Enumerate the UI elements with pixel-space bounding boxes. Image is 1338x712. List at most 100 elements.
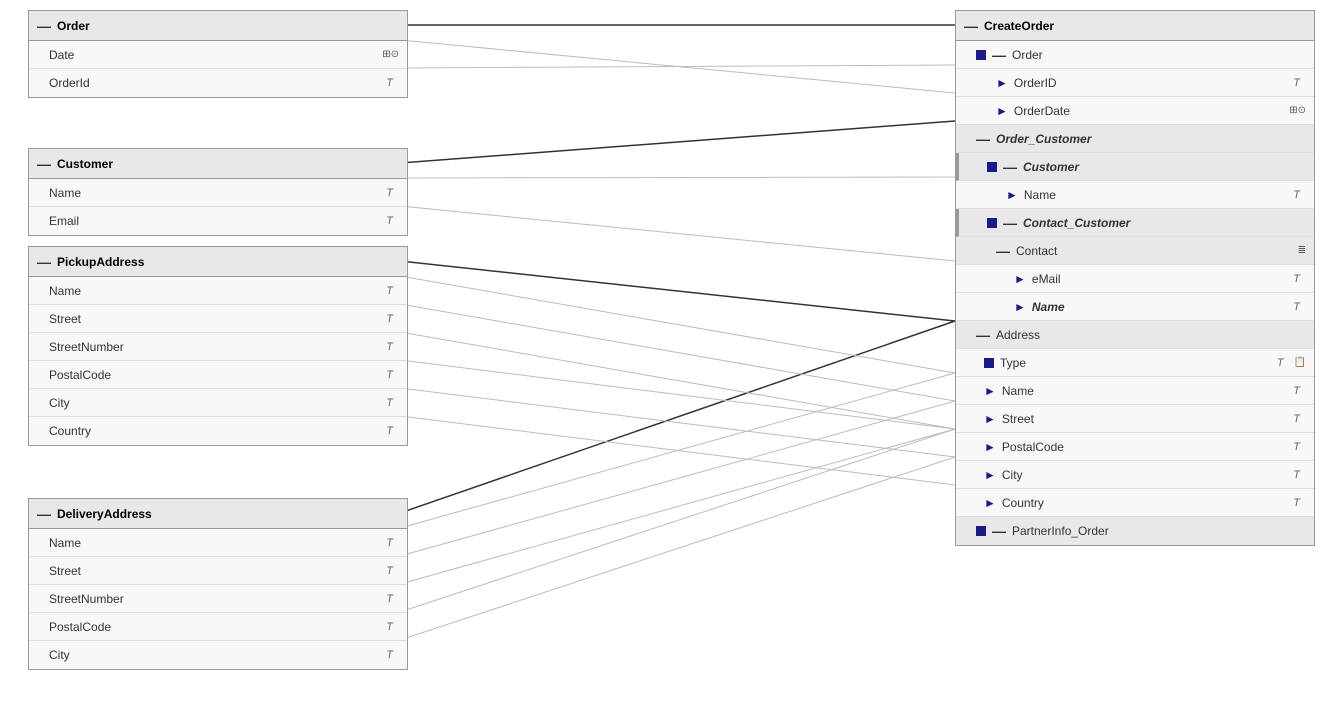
row-label-co-partnerinfo: PartnerInfo_Order bbox=[1012, 524, 1306, 538]
entity-pickupaddress-header[interactable]: — PickupAddress bbox=[29, 247, 407, 277]
entity-deliveryaddress-header[interactable]: — DeliveryAddress bbox=[29, 499, 407, 529]
row-type-co-addr-postal: T bbox=[1293, 441, 1300, 453]
row-delivery-name: Name T bbox=[29, 529, 407, 557]
row-label-co-orderdate: OrderDate bbox=[1014, 104, 1289, 118]
minus-icon-co-customer: — bbox=[1003, 159, 1017, 175]
entity-createorder-title: CreateOrder bbox=[984, 19, 1054, 33]
square-icon-order bbox=[976, 50, 986, 60]
row-label-co-customer: Customer bbox=[1023, 160, 1306, 174]
arrow-icon-addr-country: ► bbox=[984, 496, 996, 510]
row-type-orderid: T bbox=[386, 77, 393, 89]
row-pickup-street: Street T bbox=[29, 305, 407, 333]
row-type-co-cust-name: T bbox=[1293, 189, 1300, 201]
row-type-co-addr-country: T bbox=[1293, 497, 1300, 509]
row-label-co-contact: Contact bbox=[1016, 244, 1294, 258]
row-order-date: Date ⊞⊙ bbox=[29, 41, 407, 69]
row-type-pickup-name: T bbox=[386, 285, 393, 297]
row-type-co-email: T bbox=[1293, 273, 1300, 285]
entity-pickupaddress: — PickupAddress Name T Street T StreetNu… bbox=[28, 246, 408, 446]
arrow-icon-addr-postal: ► bbox=[984, 440, 996, 454]
entity-pickupaddress-title: PickupAddress bbox=[57, 255, 144, 269]
row-co-partnerinfo: — PartnerInfo_Order bbox=[956, 517, 1314, 545]
row-co-email: ► eMail T bbox=[956, 265, 1314, 293]
row-type-co-addr-name: T bbox=[1293, 385, 1300, 397]
entity-deliveryaddress: — DeliveryAddress Name T Street T Street… bbox=[28, 498, 408, 670]
arrow-icon-addr-street: ► bbox=[984, 412, 996, 426]
row-label-pickup-country: Country bbox=[49, 424, 386, 438]
row-co-address-city: ► City T bbox=[956, 461, 1314, 489]
main-canvas: — Order Date ⊞⊙ OrderId T — Customer Nam… bbox=[0, 0, 1338, 712]
row-type-delivery-street: T bbox=[386, 565, 393, 577]
row-label-pickup-street: Street bbox=[49, 312, 386, 326]
row-label-pickup-name: Name bbox=[49, 284, 386, 298]
row-type-pickup-city: T bbox=[386, 397, 393, 409]
entity-createorder-header[interactable]: — CreateOrder bbox=[956, 11, 1314, 41]
row-label-co-contact-name: Name bbox=[1032, 300, 1293, 314]
arrow-icon-email: ► bbox=[1014, 272, 1026, 286]
row-label-delivery-city: City bbox=[49, 648, 386, 662]
row-co-orderdate: ► OrderDate ⊞⊙ bbox=[956, 97, 1314, 125]
row-label-co-orderid: OrderID bbox=[1014, 76, 1293, 90]
arrow-icon-orderdate: ► bbox=[996, 104, 1008, 118]
row-label-delivery-street: Street bbox=[49, 564, 386, 578]
row-pickup-country: Country T bbox=[29, 417, 407, 445]
row-type-pickup-street: T bbox=[386, 313, 393, 325]
row-type-delivery-streetnumber: T bbox=[386, 593, 393, 605]
row-type-pickup-country: T bbox=[386, 425, 393, 437]
arrow-icon-orderid: ► bbox=[996, 76, 1008, 90]
row-pickup-name: Name T bbox=[29, 277, 407, 305]
row-co-order: — Order bbox=[956, 41, 1314, 69]
row-label-orderid: OrderId bbox=[49, 76, 386, 90]
row-co-address-country: ► Country T bbox=[956, 489, 1314, 517]
row-type-delivery-city: T bbox=[386, 649, 393, 661]
row-co-ordercustomer: — Order_Customer bbox=[956, 125, 1314, 153]
entity-order-header[interactable]: — Order bbox=[29, 11, 407, 41]
row-type-co-addr-city: T bbox=[1293, 469, 1300, 481]
row-customer-name: Name T bbox=[29, 179, 407, 207]
entity-customer-header[interactable]: — Customer bbox=[29, 149, 407, 179]
row-label-co-address-name: Name bbox=[1002, 384, 1293, 398]
row-label-co-contactcustomer: Contact_Customer bbox=[1023, 216, 1306, 230]
minus-icon-order: — bbox=[992, 47, 1006, 63]
datetime-icon: ⊞⊙ bbox=[382, 49, 399, 60]
row-delivery-street: Street T bbox=[29, 557, 407, 585]
minus-icon: — bbox=[37, 18, 51, 34]
entity-order: — Order Date ⊞⊙ OrderId T bbox=[28, 10, 408, 98]
minus-icon-delivery: — bbox=[37, 506, 51, 522]
row-label-delivery-name: Name bbox=[49, 536, 386, 550]
row-co-customer-name: ► Name T bbox=[956, 181, 1314, 209]
minus-icon-ordercustomer: — bbox=[976, 131, 990, 147]
square-icon-contactcust bbox=[987, 218, 997, 228]
row-label-co-order: Order bbox=[1012, 48, 1306, 62]
row-order-orderid: OrderId T bbox=[29, 69, 407, 97]
row-co-contact: — Contact ≣ bbox=[956, 237, 1314, 265]
clipboard-icon: 📋 bbox=[1294, 357, 1306, 368]
row-label-co-customer-name: Name bbox=[1024, 188, 1293, 202]
entity-deliveryaddress-title: DeliveryAddress bbox=[57, 507, 152, 521]
row-type-delivery-postalcode: T bbox=[386, 621, 393, 633]
row-delivery-streetnumber: StreetNumber T bbox=[29, 585, 407, 613]
row-label-customer-name: Name bbox=[49, 186, 386, 200]
row-label-co-ordercustomer: Order_Customer bbox=[996, 132, 1306, 146]
row-label-pickup-streetnumber: StreetNumber bbox=[49, 340, 386, 354]
row-label-delivery-postalcode: PostalCode bbox=[49, 620, 386, 634]
row-co-orderid: ► OrderID T bbox=[956, 69, 1314, 97]
row-type-pickup-streetnumber: T bbox=[386, 341, 393, 353]
minus-icon-pickup: — bbox=[37, 254, 51, 270]
row-type-customer-email: T bbox=[386, 215, 393, 227]
entity-order-title: Order bbox=[57, 19, 90, 33]
row-label-pickup-city: City bbox=[49, 396, 386, 410]
square-icon-type bbox=[984, 358, 994, 368]
square-icon-customer bbox=[987, 162, 997, 172]
row-pickup-city: City T bbox=[29, 389, 407, 417]
row-co-address: — Address bbox=[956, 321, 1314, 349]
row-pickup-streetnumber: StreetNumber T bbox=[29, 333, 407, 361]
row-label-delivery-streetnumber: StreetNumber bbox=[49, 592, 386, 606]
row-co-contact-name: ► Name T bbox=[956, 293, 1314, 321]
row-type-delivery-name: T bbox=[386, 537, 393, 549]
row-label-co-email: eMail bbox=[1032, 272, 1293, 286]
row-label-co-address-postalcode: PostalCode bbox=[1002, 440, 1293, 454]
row-label-co-address-city: City bbox=[1002, 468, 1293, 482]
arrow-icon-addr-name: ► bbox=[984, 384, 996, 398]
arrow-icon-contact-name: ► bbox=[1014, 300, 1026, 314]
